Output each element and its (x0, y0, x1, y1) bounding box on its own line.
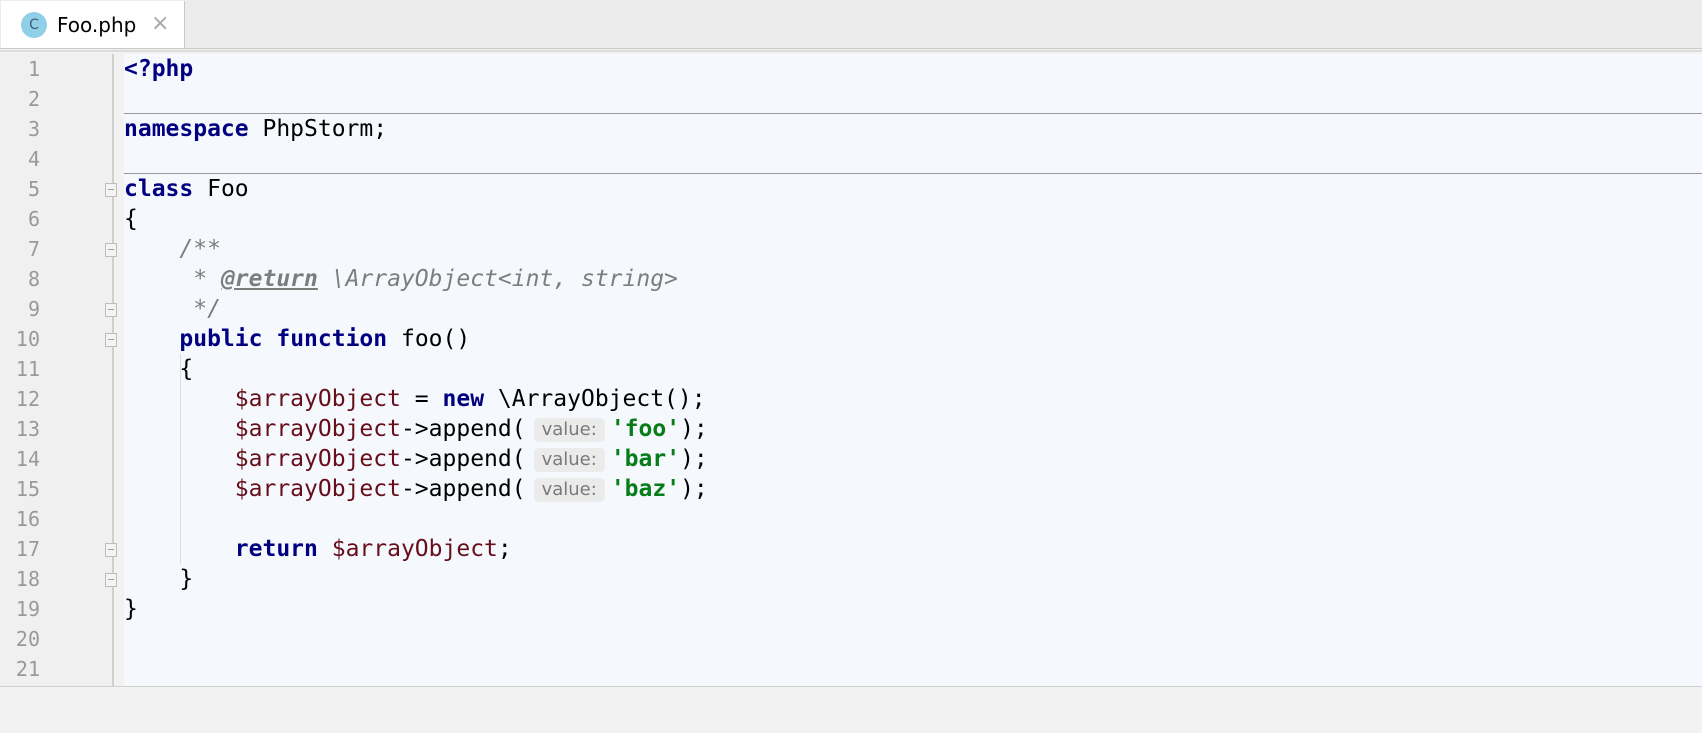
code-line-12[interactable]: $arrayObject = new \ArrayObject(); (124, 384, 706, 414)
line-number: 5 (27, 177, 40, 201)
fold-end-docblock-icon[interactable] (105, 303, 117, 317)
code-line-11[interactable]: { (124, 354, 193, 384)
parameter-hint: value: (533, 447, 605, 472)
method-call: ->append( (400, 446, 526, 472)
line-number: 13 (15, 417, 40, 441)
line-number: 3 (27, 117, 40, 141)
variable: $arrayObject (234, 416, 401, 442)
namespace-name: PhpStorm; (248, 116, 388, 142)
code-editor[interactable]: 1 2 3 4 5 6 7 8 9 10 11 12 13 14 15 16 1… (0, 54, 1702, 686)
comment-text: \ArrayObject<int, string> (317, 266, 678, 292)
fold-class-icon[interactable] (105, 183, 117, 197)
keyword: new (442, 386, 485, 412)
fold-end-class-icon[interactable] (105, 573, 117, 587)
parameter-hint: value: (533, 417, 605, 442)
line-number: 4 (27, 147, 40, 171)
keyword: function (276, 326, 388, 352)
line-number: 7 (27, 237, 40, 261)
code-line-7[interactable]: /** (124, 234, 221, 264)
line-number: 9 (27, 297, 40, 321)
editor-gutter: 1 2 3 4 5 6 7 8 9 10 11 12 13 14 15 16 1… (0, 54, 114, 686)
code-line-1[interactable]: <?php (124, 54, 193, 84)
line-number: 18 (15, 567, 40, 591)
line-number: 1 (27, 57, 40, 81)
php-open-tag: <?php (124, 56, 194, 82)
variable: $arrayObject (234, 476, 401, 502)
code-line-17[interactable]: return $arrayObject; (124, 534, 512, 564)
status-bar (0, 686, 1702, 733)
call-end: ); (680, 416, 708, 442)
keyword: class (124, 176, 194, 202)
line-number: 21 (15, 657, 40, 681)
method-call: ->append( (400, 416, 526, 442)
code-line-6[interactable]: { (124, 204, 138, 234)
line-number: 8 (27, 267, 40, 291)
line-number: 19 (15, 597, 40, 621)
keyword: public (179, 326, 263, 352)
keyword: return (234, 536, 318, 562)
close-icon[interactable]: × (151, 11, 169, 36)
call-end: ); (680, 446, 708, 472)
line-number: 20 (15, 627, 40, 651)
line-number: 14 (15, 447, 40, 471)
variable: $arrayObject (317, 536, 498, 562)
editor-tab-bar: C Foo.php × (0, 0, 1702, 49)
line-number: 12 (15, 387, 40, 411)
code-area[interactable] (124, 54, 1702, 686)
code-line-15[interactable]: $arrayObject->append( value:'baz'); (124, 474, 708, 504)
tab-divider (0, 50, 1702, 52)
function-signature: foo() (387, 326, 471, 352)
fold-docblock-icon[interactable] (105, 243, 117, 257)
doc-tag: @return (220, 266, 318, 292)
code-line-19[interactable]: } (124, 594, 138, 624)
variable: $arrayObject (234, 446, 401, 472)
code-line-3[interactable]: namespace PhpStorm; (124, 114, 387, 144)
code-line-18[interactable]: } (124, 564, 193, 594)
variable: $arrayObject (234, 386, 401, 412)
line-number: 15 (15, 477, 40, 501)
string-literal: 'foo' (610, 416, 681, 442)
fold-end-function-icon[interactable] (105, 543, 117, 557)
fold-function-icon[interactable] (105, 333, 117, 347)
tab-label: Foo.php (57, 13, 137, 37)
string-literal: 'bar' (610, 446, 681, 472)
line-number: 6 (27, 207, 40, 231)
line-number: 11 (15, 357, 40, 381)
keyword: namespace (124, 116, 249, 142)
php-class-icon: C (21, 12, 47, 38)
operator: = (400, 386, 443, 412)
call-end: ); (680, 476, 708, 502)
line-number: 17 (15, 537, 40, 561)
method-call: ->append( (400, 476, 526, 502)
code-line-5[interactable]: class Foo (124, 174, 249, 204)
comment-text: * (124, 266, 221, 292)
code-line-14[interactable]: $arrayObject->append( value:'bar'); (124, 444, 708, 474)
string-literal: 'baz' (610, 476, 681, 502)
parameter-hint: value: (533, 477, 605, 502)
line-number: 2 (27, 87, 40, 111)
line-number: 10 (15, 327, 40, 351)
code-line-8[interactable]: * @return \ArrayObject<int, string> (124, 264, 678, 294)
tab-foo-php[interactable]: C Foo.php × (1, 1, 185, 48)
code-line-13[interactable]: $arrayObject->append( value:'foo'); (124, 414, 708, 444)
code-line-9[interactable]: */ (124, 294, 221, 324)
code-line-10[interactable]: public function foo() (124, 324, 470, 354)
class-ref: \ArrayObject(); (484, 386, 706, 412)
class-name: Foo (193, 176, 249, 202)
line-number: 16 (15, 507, 40, 531)
section-separator (124, 173, 1702, 174)
semicolon: ; (497, 536, 512, 562)
